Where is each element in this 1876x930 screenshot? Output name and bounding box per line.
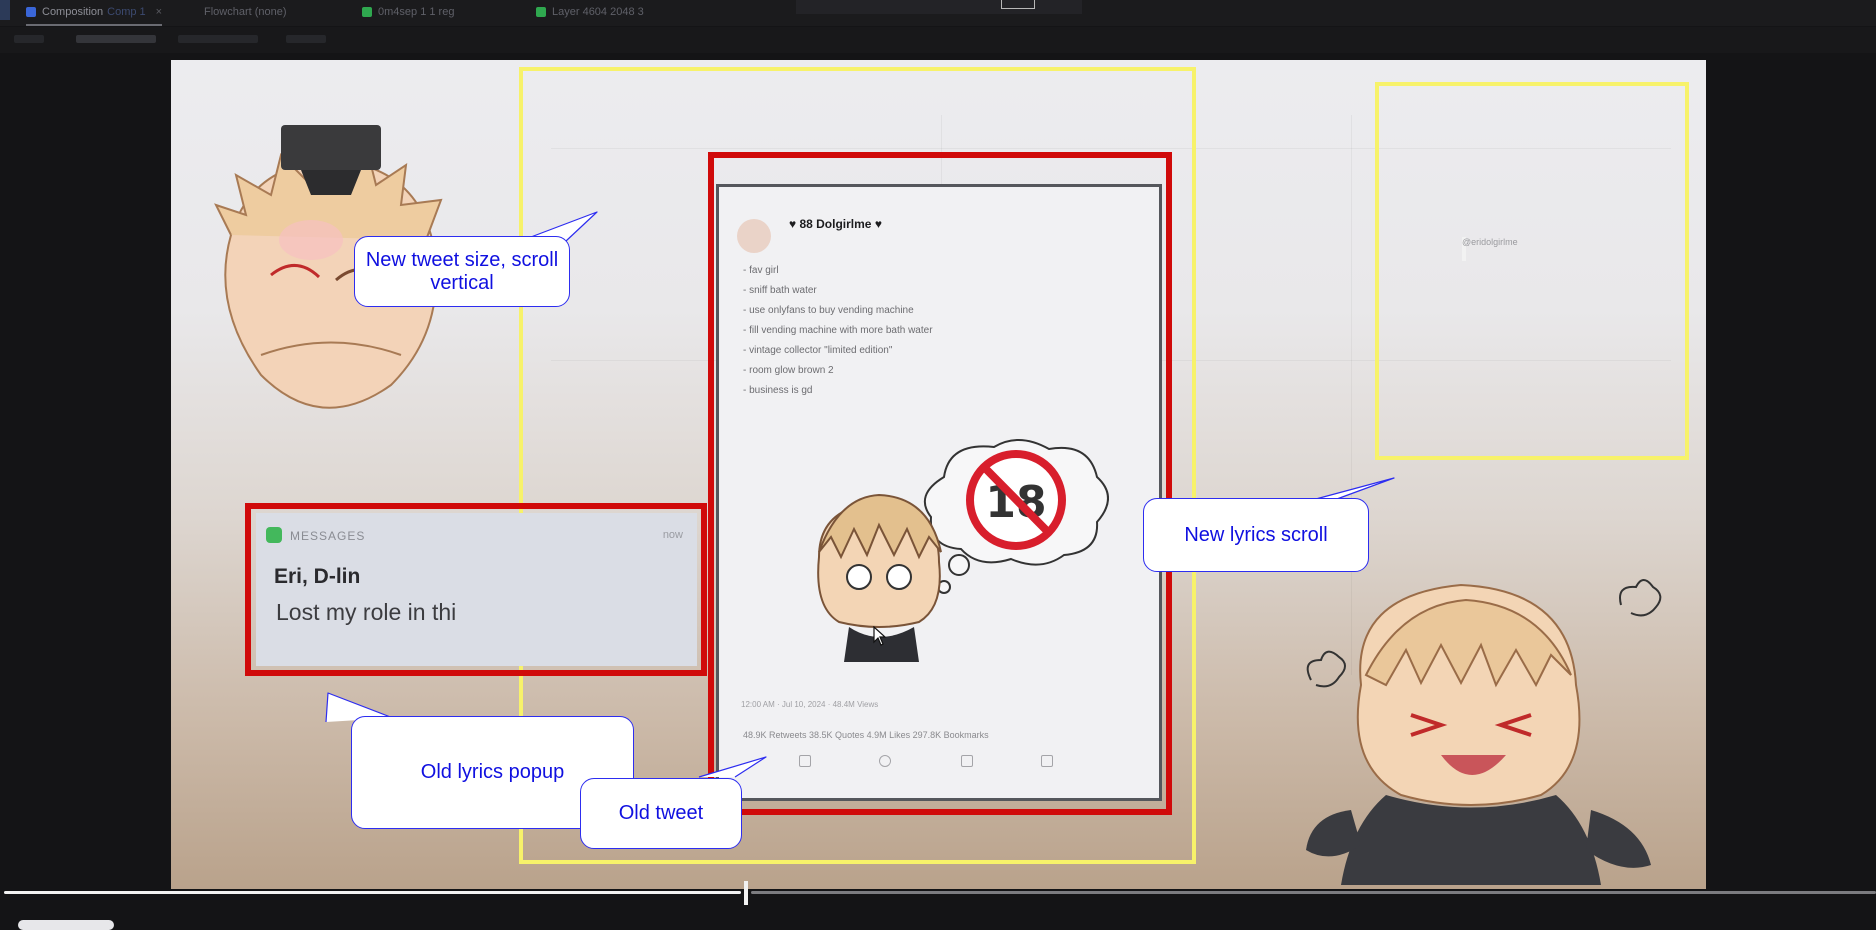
annotation-new-tweet: New tweet size, scroll vertical [354, 236, 570, 307]
app-menu-icon[interactable] [0, 0, 10, 20]
tab-bar: Composition Comp 1 × Flowchart (none) 0m4s… [0, 0, 1876, 26]
playhead-handle[interactable] [744, 881, 748, 905]
tab-composition[interactable]: Composition Comp 1 × [26, 0, 163, 26]
tab-flowchart[interactable]: Flowchart (none) [204, 0, 287, 24]
composition-viewer[interactable]: MESSAGES now Eri, D-lin Lost my role in … [171, 60, 1706, 890]
toolbar-item[interactable] [178, 35, 258, 43]
tab-footage[interactable]: 0m4sep 1 1 reg [362, 0, 454, 24]
viewer-toolbar [0, 27, 1876, 53]
toolbar-item[interactable] [286, 35, 326, 43]
annotation-old-tweet: Old tweet [580, 778, 742, 849]
timeline-remaining[interactable] [751, 891, 1876, 894]
close-tab-icon[interactable]: × [156, 6, 162, 18]
timeline-progress[interactable] [4, 891, 741, 894]
tab-layer[interactable]: Layer 4604 2048 3 [536, 0, 644, 24]
timeline-bar [0, 889, 1876, 925]
tab-bar-spacer [796, 0, 1082, 14]
bottom-control[interactable] [18, 920, 114, 930]
toolbar-item[interactable] [14, 35, 44, 43]
layer-icon [536, 7, 546, 18]
toolbar-item[interactable] [76, 35, 156, 43]
annotation-new-lyrics: New lyrics scroll [1143, 498, 1369, 572]
window-control-box[interactable] [1001, 0, 1035, 9]
composition-icon [26, 7, 36, 18]
footage-icon [362, 7, 372, 18]
